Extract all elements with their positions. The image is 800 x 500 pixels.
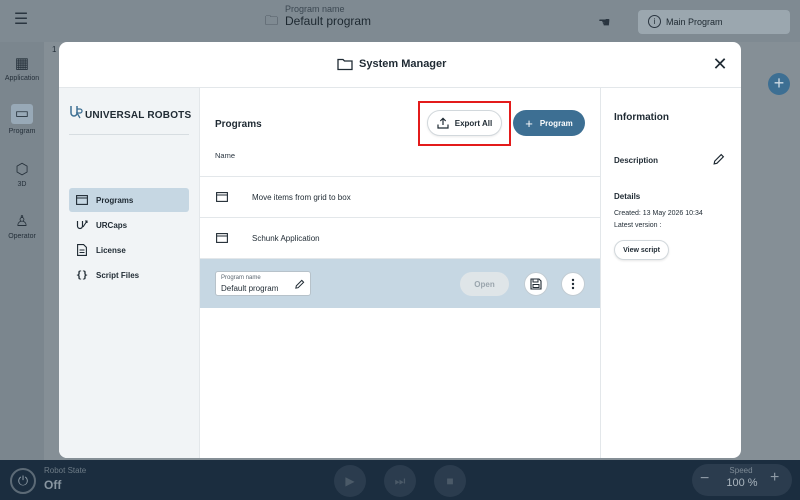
- person-icon: ♙: [15, 213, 29, 230]
- program-window-icon: [216, 192, 228, 202]
- add-node-button[interactable]: +: [768, 73, 790, 95]
- divider: [69, 134, 189, 135]
- main-program-label: Main Program: [666, 17, 723, 27]
- script-braces-icon: {}: [75, 269, 89, 281]
- program-row-name: Schunk Application: [252, 233, 320, 243]
- play-button[interactable]: ▶: [334, 465, 366, 497]
- sidebar-item-programs[interactable]: Programs: [69, 188, 189, 212]
- programs-heading: Programs: [215, 119, 262, 130]
- speed-value: 100 %: [726, 477, 758, 489]
- details-label: Details: [614, 192, 641, 201]
- nav-operator[interactable]: ♙ Operator: [0, 212, 44, 240]
- step-button[interactable]: ⏭: [384, 465, 416, 497]
- program-row[interactable]: Move items from grid to box: [200, 176, 600, 217]
- sidebar-item-label: License: [96, 245, 126, 255]
- sidebar-item-script-files[interactable]: {} Script Files: [69, 263, 189, 287]
- program-name-label: Program name: [285, 4, 345, 14]
- nav-3d[interactable]: ⬡ 3D: [0, 160, 44, 188]
- nav-application-label: Application: [4, 75, 40, 82]
- add-program-button[interactable]: + Program: [513, 110, 585, 136]
- program-row-name: Move items from grid to box: [252, 192, 351, 202]
- nav-program[interactable]: ▭ Program: [0, 104, 44, 135]
- sidebar-item-urcaps[interactable]: URCaps: [69, 213, 189, 237]
- dialog-title: System Manager: [359, 58, 447, 70]
- more-vertical-icon: [571, 278, 575, 290]
- folder-icon: [337, 58, 353, 71]
- logo-text: UNIVERSAL ROBOTS: [85, 110, 192, 121]
- plus-icon: +: [525, 115, 533, 131]
- program-window-icon: [216, 233, 228, 243]
- add-program-label: Program: [539, 118, 573, 128]
- sidebar-item-label: URCaps: [96, 220, 128, 230]
- program-icon: ▭: [11, 104, 33, 124]
- stop-button[interactable]: ■: [434, 465, 466, 497]
- speed-increase-button[interactable]: +: [770, 469, 779, 487]
- save-button[interactable]: [524, 272, 548, 296]
- power-button[interactable]: ⏻: [10, 468, 36, 494]
- program-window-icon: [76, 194, 88, 206]
- program-row-number: 1: [52, 45, 57, 54]
- speed-decrease-button[interactable]: −: [700, 470, 709, 488]
- description-label: Description: [614, 156, 659, 165]
- application-grid-icon: ▦: [14, 55, 30, 72]
- information-title: Information: [614, 112, 669, 123]
- ur-logo-mark-icon: [70, 105, 83, 118]
- speed-label: Speed: [729, 466, 753, 475]
- close-icon[interactable]: ✕: [711, 55, 729, 73]
- system-manager-dialog: System Manager ✕ UNIVERSAL ROBOTS Progra…: [59, 42, 741, 458]
- nav-program-label: Program: [8, 128, 36, 135]
- dialog-header: System Manager ✕: [59, 42, 741, 88]
- folder-icon: 🗀: [265, 13, 279, 28]
- robot-state-value: Off: [44, 478, 62, 492]
- program-name: Default program: [285, 14, 372, 28]
- system-manager-sidebar: UNIVERSAL ROBOTS Programs URCaps License…: [59, 88, 200, 458]
- program-title: 🗀 Program name Default program: [260, 4, 420, 28]
- programs-panel: Programs Export All + Program Name Move …: [200, 88, 600, 458]
- document-icon: [76, 244, 88, 256]
- nav-3d-label: 3D: [17, 181, 27, 188]
- main-program-button[interactable]: i Main Program: [638, 10, 790, 34]
- program-name-field-value: Default program: [221, 284, 279, 293]
- open-button[interactable]: Open: [460, 272, 509, 296]
- nav-application[interactable]: ▦ Application: [0, 54, 44, 82]
- highlight-box: [418, 101, 511, 146]
- selected-program-row[interactable]: Program name Default program Open: [200, 258, 600, 308]
- nav-operator-label: Operator: [8, 233, 36, 240]
- urcaps-icon: [76, 219, 88, 231]
- information-panel: Information Description Details Created:…: [600, 88, 741, 458]
- program-name-field-label: Program name: [221, 275, 261, 281]
- latest-version: Latest version :: [614, 222, 662, 229]
- column-header-name: Name: [215, 151, 236, 160]
- freedrive-hand-icon[interactable]: ☚: [598, 14, 611, 31]
- created-date: Created: 13 May 2026 10:34: [614, 210, 703, 217]
- pencil-icon[interactable]: [712, 153, 725, 166]
- pencil-icon[interactable]: [294, 279, 305, 290]
- hamburger-menu-icon[interactable]: ☰: [8, 8, 34, 30]
- sidebar-item-label: Script Files: [96, 270, 140, 280]
- program-name-field[interactable]: Program name Default program: [215, 271, 311, 296]
- cube-icon: ⬡: [15, 161, 29, 178]
- robot-state-label: Robot State: [44, 466, 87, 475]
- sidebar-item-label: Programs: [96, 195, 134, 205]
- save-icon: [530, 278, 542, 290]
- view-script-button[interactable]: View script: [614, 240, 669, 260]
- info-icon: i: [648, 15, 661, 28]
- universal-robots-logo: UNIVERSAL ROBOTS: [69, 102, 191, 121]
- program-row[interactable]: Schunk Application: [200, 217, 600, 258]
- sidebar-item-license[interactable]: License: [69, 238, 189, 262]
- more-options-button[interactable]: [561, 272, 585, 296]
